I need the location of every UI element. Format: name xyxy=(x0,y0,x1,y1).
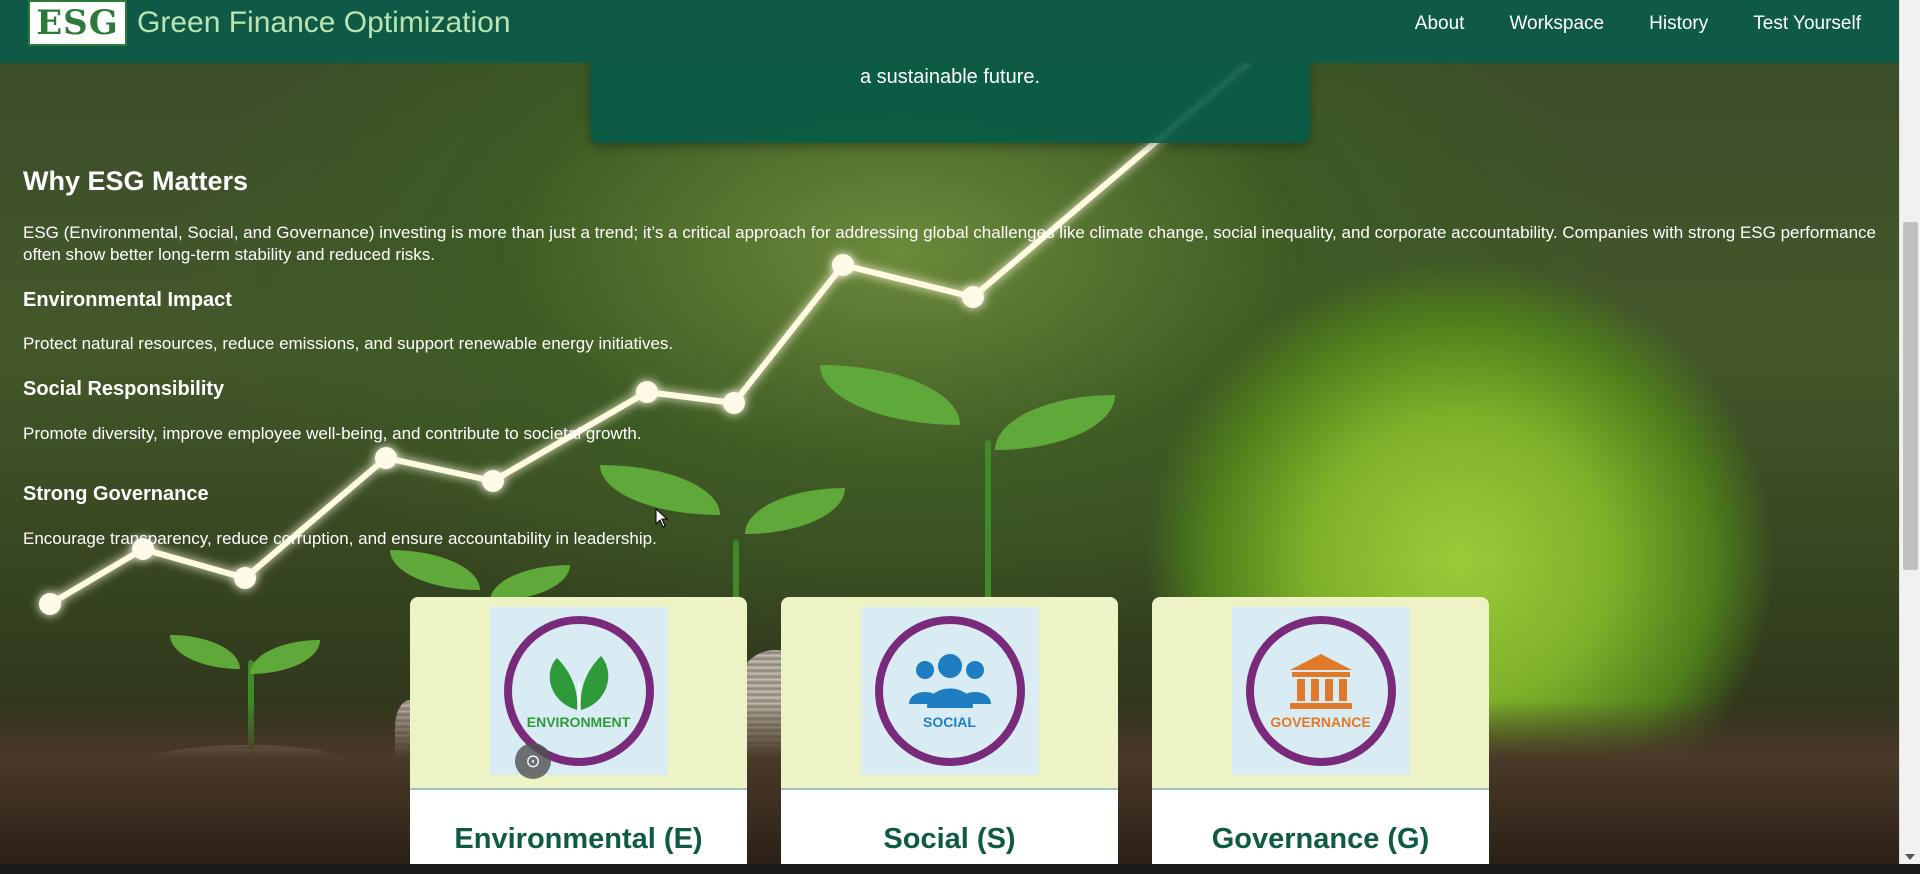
governance-card-title: Governance (G) xyxy=(1211,823,1430,855)
section-heading: Why ESG Matters xyxy=(23,166,249,196)
vertical-scrollbar[interactable] xyxy=(1899,0,1920,864)
environmental-impact-text: Protect natural resources, reduce emissi… xyxy=(23,334,674,353)
site-title: Green Finance Optimization xyxy=(137,6,511,39)
people-icon xyxy=(908,654,991,708)
environmental-image: ENVIRONMENT xyxy=(489,607,668,775)
bottom-bar xyxy=(0,864,1920,874)
environmental-impact-heading: Environmental Impact xyxy=(23,289,232,311)
site-header: ESG Green Finance Optimization About Wor… xyxy=(0,0,1899,63)
mouse-cursor-icon xyxy=(655,508,669,528)
strong-governance-text: Encourage transparency, reduce corruptio… xyxy=(23,529,657,548)
social-card[interactable]: SOCIAL Social (S) xyxy=(781,597,1118,867)
social-responsibility-heading: Social Responsibility xyxy=(23,378,225,400)
section-intro: ESG (Environmental, Social, and Governan… xyxy=(23,223,1877,264)
governance-image: GOVERNANCE xyxy=(1231,607,1410,775)
nav-workspace-link[interactable]: Workspace xyxy=(1509,13,1604,35)
social-image: SOCIAL xyxy=(860,607,1039,775)
environmental-card[interactable]: ENVIRONMENT Environmental (E) xyxy=(410,597,747,867)
bank-icon xyxy=(1289,654,1352,709)
strong-governance-heading: Strong Governance xyxy=(23,483,209,505)
main-nav: About Workspace History Test Yourself xyxy=(1415,13,1861,35)
nav-about-link[interactable]: About xyxy=(1415,13,1465,35)
social-card-title: Social (S) xyxy=(883,823,1016,855)
nav-test-yourself-link[interactable]: Test Yourself xyxy=(1753,13,1861,35)
nav-history-link[interactable]: History xyxy=(1649,13,1708,35)
environment-badge-label: ENVIRONMENT xyxy=(526,714,631,730)
governance-card[interactable]: GOVERNANCE Governance (G) xyxy=(1152,597,1489,867)
governance-badge-label: GOVERNANCE xyxy=(1270,714,1371,730)
logo-text: ESG xyxy=(36,3,119,43)
screenshot-icon[interactable]: ⊙ xyxy=(515,743,551,779)
social-badge-label: SOCIAL xyxy=(923,714,976,730)
hero-text: a sustainable future. xyxy=(859,66,1041,88)
social-responsibility-text: Promote diversity, improve employee well… xyxy=(23,424,642,443)
scroll-down-arrow-icon[interactable] xyxy=(1905,854,1915,860)
environmental-card-title: Environmental (E) xyxy=(454,823,703,855)
leaf-icon xyxy=(549,656,608,710)
scrollbar-thumb[interactable] xyxy=(1903,222,1918,570)
esg-logo[interactable]: ESG xyxy=(28,0,127,46)
